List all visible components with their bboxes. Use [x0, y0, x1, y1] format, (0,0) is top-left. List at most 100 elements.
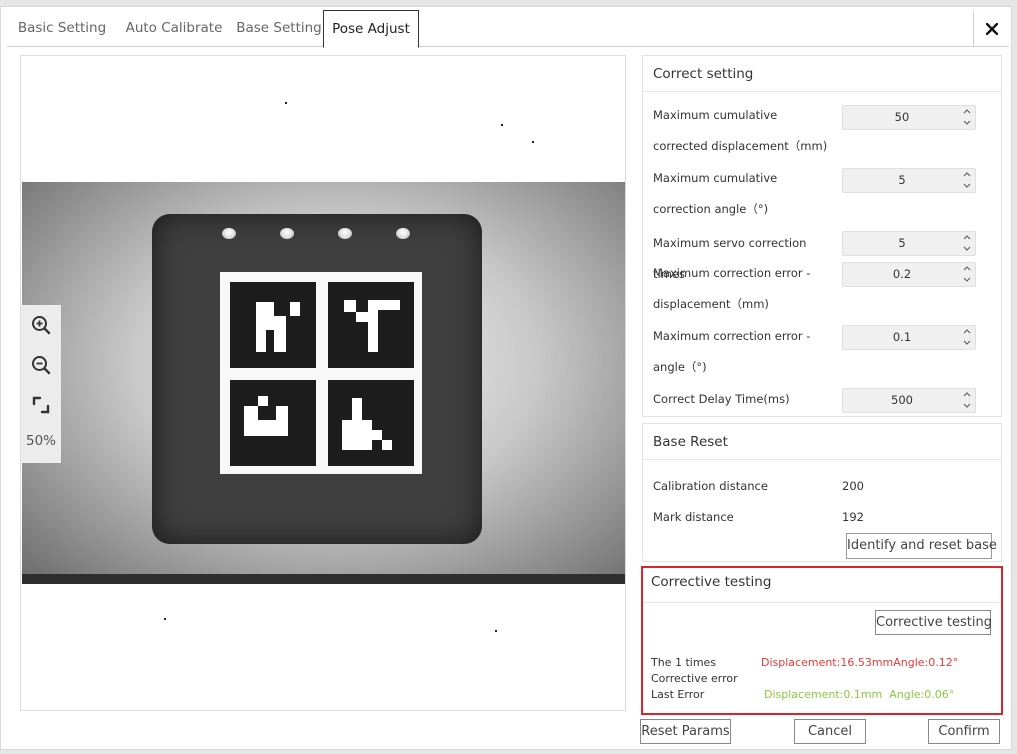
spin-arrows [959, 232, 975, 255]
increment-button[interactable] [959, 389, 975, 400]
calibration-board [152, 214, 482, 544]
max-cumulative-angle-input[interactable]: 5 [842, 168, 976, 193]
max-servo-times-input[interactable]: 5 [842, 231, 976, 256]
chevron-up-icon [963, 235, 971, 240]
spin-arrows [959, 169, 975, 192]
chevron-up-icon [963, 109, 971, 114]
max-cumulative-displacement-input[interactable]: 50 [842, 105, 976, 130]
max-cumulative-angle-label: Maximum cumulative correction angle（°) [653, 171, 778, 216]
close-button[interactable] [973, 11, 1009, 47]
spin-value: 5 [898, 236, 906, 250]
spin-value: 5 [898, 173, 906, 187]
board-hole [280, 228, 294, 239]
decrement-button[interactable] [959, 180, 975, 191]
close-icon [985, 23, 998, 35]
chevron-down-icon [963, 403, 971, 408]
increment-button[interactable] [959, 232, 975, 243]
noise-dot [285, 102, 287, 104]
zoom-level: 50% [25, 433, 56, 449]
last-error-result: Displacement:0.1mm Angle:0.06° [764, 688, 955, 701]
zoom-in-icon [32, 316, 51, 335]
base-reset-panel: Base Reset Calibration distance 200 Mark… [642, 423, 1002, 562]
calibration-distance-label: Calibration distance [653, 479, 768, 493]
zoom-toolbar: 50% [21, 305, 61, 463]
correct-setting-panel: Correct setting Maximum cumulative corre… [642, 55, 1002, 417]
zoom-in-button[interactable] [21, 307, 61, 343]
zoom-out-icon [32, 356, 51, 375]
confirm-button[interactable]: Confirm [928, 719, 1000, 744]
board-hole [222, 228, 236, 239]
spin-arrows [959, 326, 975, 349]
chevron-down-icon [963, 183, 971, 188]
increment-button[interactable] [959, 106, 975, 117]
times-label: The 1 times [651, 656, 717, 669]
corrective-testing-title: Corrective testing [651, 574, 772, 590]
increment-button[interactable] [959, 169, 975, 180]
zoom-out-button[interactable] [21, 347, 61, 383]
fit-screen-button[interactable] [21, 387, 61, 423]
tab-pose-adjust[interactable]: Pose Adjust [323, 10, 419, 48]
decrement-button[interactable] [959, 117, 975, 128]
decrement-button[interactable] [959, 400, 975, 411]
current-result: Displacement:16.53mmAngle:0.12° [761, 656, 959, 669]
max-error-angle-input[interactable]: 0.1 [842, 325, 976, 350]
correct-delay-time-label: Correct Delay Time(ms) [653, 392, 790, 406]
spin-arrows [959, 263, 975, 286]
divider [643, 602, 1001, 603]
increment-button[interactable] [959, 263, 975, 274]
spin-value: 0.1 [892, 330, 912, 344]
marker-cell [230, 282, 316, 368]
increment-button[interactable] [959, 326, 975, 337]
marker-cell [230, 380, 316, 466]
chevron-up-icon [963, 172, 971, 177]
tab-auto-calibrate[interactable]: Auto Calibrate [119, 10, 229, 47]
aruco-marker [220, 272, 422, 474]
cancel-button[interactable]: Cancel [794, 719, 866, 744]
decrement-button[interactable] [959, 243, 975, 254]
decrement-button[interactable] [959, 274, 975, 285]
calibration-distance-value: 200 [842, 479, 864, 493]
correct-delay-time-input[interactable]: 500 [842, 388, 976, 413]
noise-dot [495, 630, 497, 632]
mark-distance-value: 192 [842, 510, 864, 524]
tab-basic-setting[interactable]: Basic Setting [13, 10, 111, 47]
corrective-testing-button[interactable]: Corrective testing [875, 610, 992, 635]
max-error-displacement-input[interactable]: 0.2 [842, 262, 976, 287]
base-reset-title: Base Reset [643, 424, 1001, 460]
fit-screen-icon [32, 396, 50, 414]
chevron-down-icon [963, 340, 971, 345]
max-error-displacement-label: Maximum correction error - displacement（… [653, 266, 811, 311]
max-error-angle-label: Maximum correction error - angle（°) [653, 329, 811, 374]
marker-cell [328, 380, 414, 466]
marker-cell [328, 282, 414, 368]
identify-reset-base-button[interactable]: Identify and reset base [846, 533, 997, 559]
chevron-down-icon [963, 246, 971, 251]
camera-image [22, 182, 625, 584]
spin-arrows [959, 389, 975, 412]
last-error-label: Last Error [651, 688, 705, 701]
noise-dot [501, 124, 503, 126]
correct-setting-title: Correct setting [643, 56, 1001, 92]
chevron-up-icon [963, 392, 971, 397]
noise-dot [532, 141, 534, 143]
board-hole [338, 228, 352, 239]
spin-value: 500 [891, 393, 913, 407]
spin-value: 0.2 [892, 267, 912, 281]
image-viewer[interactable]: 50% [20, 55, 626, 711]
reset-params-button[interactable]: Reset Params [640, 719, 731, 744]
chevron-down-icon [963, 277, 971, 282]
decrement-button[interactable] [959, 337, 975, 348]
chevron-down-icon [963, 120, 971, 125]
image-bottom-band [22, 574, 625, 584]
chevron-up-icon [963, 266, 971, 271]
corrective-error-label: Corrective error [651, 672, 738, 685]
pose-adjust-dialog: Basic Setting Auto Calibrate Base Settin… [0, 6, 1012, 750]
corrective-testing-panel: Corrective testing Corrective testing Th… [641, 566, 1003, 715]
tab-base-setting[interactable]: Base Setting [231, 10, 327, 47]
max-cumulative-displacement-label: Maximum cumulative corrected displacemen… [653, 108, 828, 153]
board-hole [396, 228, 410, 239]
mark-distance-label: Mark distance [653, 510, 734, 524]
chevron-up-icon [963, 329, 971, 334]
tab-bar: Basic Setting Auto Calibrate Base Settin… [7, 9, 1009, 48]
spin-arrows [959, 106, 975, 129]
